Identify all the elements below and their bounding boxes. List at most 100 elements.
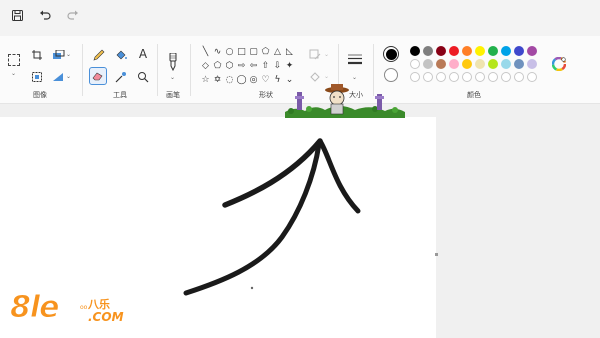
heart-shape-icon[interactable]: ♡ bbox=[260, 74, 271, 86]
custom-color-slot[interactable] bbox=[410, 72, 420, 82]
magnifier-icon[interactable] bbox=[136, 70, 150, 84]
color-picker-icon[interactable] bbox=[114, 70, 128, 84]
divider bbox=[157, 44, 158, 96]
outline-caret-icon: ⌄ bbox=[324, 51, 330, 58]
color-swatch[interactable] bbox=[410, 59, 420, 69]
callout-oval-shape-icon[interactable]: ◯ bbox=[236, 74, 247, 86]
custom-color-slot[interactable] bbox=[475, 72, 485, 82]
arrow-right-shape-icon[interactable]: ⇨ bbox=[236, 60, 247, 72]
color-swatch[interactable] bbox=[527, 59, 537, 69]
group-label-tools: 工具 bbox=[113, 91, 127, 99]
color-swatch[interactable] bbox=[436, 46, 446, 56]
callout-rounded-shape-icon[interactable]: ◌ bbox=[224, 74, 235, 86]
undo-icon[interactable] bbox=[36, 6, 54, 24]
line-weight-icon[interactable] bbox=[347, 52, 363, 68]
group-label-shapes: 形状 bbox=[259, 91, 273, 99]
shape-fill-icon[interactable] bbox=[308, 70, 322, 84]
resize-icon[interactable] bbox=[52, 48, 66, 62]
custom-color-slot[interactable] bbox=[514, 72, 524, 82]
color-swatch[interactable] bbox=[514, 46, 524, 56]
decorative-sticker-image bbox=[285, 84, 405, 118]
custom-color-slot[interactable] bbox=[527, 72, 537, 82]
redo-icon[interactable] bbox=[64, 6, 82, 24]
resize-caret-icon: ⌄ bbox=[66, 51, 72, 58]
color-swatch[interactable] bbox=[410, 46, 420, 56]
select-dropdown-icon[interactable]: ⌄ bbox=[11, 70, 16, 77]
divider bbox=[190, 44, 191, 96]
arrow-up-shape-icon[interactable]: ⇧ bbox=[260, 60, 271, 72]
color-swatch[interactable] bbox=[449, 59, 459, 69]
rectangle-shape-icon[interactable]: □ bbox=[236, 46, 247, 58]
custom-color-slot[interactable] bbox=[436, 72, 446, 82]
color-swatch[interactable] bbox=[488, 46, 498, 56]
right-triangle-shape-icon[interactable]: ◺ bbox=[284, 46, 295, 58]
edit-colors-icon[interactable] bbox=[551, 56, 567, 72]
shape-fill-caret-icon: ⌄ bbox=[324, 73, 330, 80]
custom-color-slot[interactable] bbox=[501, 72, 511, 82]
text-icon[interactable]: A bbox=[136, 47, 150, 61]
save-icon[interactable] bbox=[8, 6, 26, 24]
diamond-shape-icon[interactable]: ◇ bbox=[200, 60, 211, 72]
line-shape-icon[interactable]: ╲ bbox=[200, 46, 211, 58]
size-dropdown-icon[interactable]: ⌄ bbox=[352, 74, 357, 81]
select-icon[interactable] bbox=[8, 54, 20, 66]
color-swatch[interactable] bbox=[488, 59, 498, 69]
secondary-color-button[interactable] bbox=[384, 68, 398, 82]
color-swatch[interactable] bbox=[449, 46, 459, 56]
color-swatch[interactable] bbox=[514, 59, 524, 69]
color-palette bbox=[410, 46, 537, 82]
color-swatch[interactable] bbox=[423, 46, 433, 56]
group-label-image: 图像 bbox=[33, 91, 47, 99]
color-swatch[interactable] bbox=[501, 59, 511, 69]
rotate-caret-icon: ⌄ bbox=[66, 73, 72, 80]
six-point-star-shape-icon[interactable]: ✡ bbox=[212, 74, 223, 86]
eraser-icon bbox=[91, 69, 105, 83]
paint-app-window: ⌄ ⌄ ⌄ 图像 A 工具 ⌄ 画笔 ╲ ∿ ○ □ ▢ ⬠ △ ◺ ◇ ⬠ ⬡… bbox=[0, 0, 600, 338]
select-all-icon[interactable] bbox=[30, 70, 44, 84]
title-bar bbox=[0, 0, 600, 30]
custom-color-slot[interactable] bbox=[488, 72, 498, 82]
divider bbox=[82, 44, 83, 96]
arrow-down-shape-icon[interactable]: ⇩ bbox=[272, 60, 283, 72]
watermark-logo: 8le oo 八乐 .COM bbox=[8, 290, 128, 334]
primary-color-button[interactable] bbox=[383, 46, 399, 62]
watermark-superscript: oo bbox=[80, 304, 88, 311]
pencil-icon[interactable] bbox=[92, 48, 106, 62]
primary-color-swatch bbox=[385, 48, 397, 60]
brush-icon[interactable] bbox=[166, 52, 180, 72]
group-label-colors: 颜色 bbox=[467, 91, 481, 99]
shapes-gallery: ╲ ∿ ○ □ ▢ ⬠ △ ◺ ◇ ⬠ ⬡ ⇨ ⇦ ⇧ ⇩ ✦ ☆ ✡ ◌ ◯ bbox=[200, 46, 295, 86]
arrow-left-shape-icon[interactable]: ⇦ bbox=[248, 60, 259, 72]
color-swatch[interactable] bbox=[436, 59, 446, 69]
color-swatch[interactable] bbox=[475, 46, 485, 56]
custom-color-slot[interactable] bbox=[462, 72, 472, 82]
watermark-domain: .COM bbox=[88, 310, 124, 324]
custom-color-slot[interactable] bbox=[423, 72, 433, 82]
oval-shape-icon[interactable]: ○ bbox=[224, 46, 235, 58]
fill-icon[interactable] bbox=[114, 48, 128, 62]
rounded-rectangle-shape-icon[interactable]: ▢ bbox=[248, 46, 259, 58]
four-point-star-shape-icon[interactable]: ✦ bbox=[284, 60, 295, 72]
outline-icon[interactable] bbox=[308, 48, 322, 62]
color-swatch[interactable] bbox=[462, 46, 472, 56]
canvas-resize-handle[interactable] bbox=[435, 253, 438, 256]
color-swatch[interactable] bbox=[423, 59, 433, 69]
custom-color-slot[interactable] bbox=[449, 72, 459, 82]
curve-shape-icon[interactable]: ∿ bbox=[212, 46, 223, 58]
color-swatch[interactable] bbox=[462, 59, 472, 69]
brush-dropdown-icon[interactable]: ⌄ bbox=[170, 74, 175, 81]
color-swatch[interactable] bbox=[501, 46, 511, 56]
polygon-shape-icon[interactable]: ⬠ bbox=[260, 46, 271, 58]
five-point-star-shape-icon[interactable]: ☆ bbox=[200, 74, 211, 86]
color-swatch[interactable] bbox=[527, 46, 537, 56]
callout-cloud-shape-icon[interactable]: ◎ bbox=[248, 74, 259, 86]
pentagon-shape-icon[interactable]: ⬠ bbox=[212, 60, 223, 72]
triangle-shape-icon[interactable]: △ bbox=[272, 46, 283, 58]
rotate-icon[interactable] bbox=[52, 70, 66, 84]
watermark-brand: 8le bbox=[10, 290, 60, 326]
group-label-brushes: 画笔 bbox=[166, 91, 180, 99]
hexagon-shape-icon[interactable]: ⬡ bbox=[224, 60, 235, 72]
color-swatch[interactable] bbox=[475, 59, 485, 69]
lightning-shape-icon[interactable]: ϟ bbox=[272, 74, 283, 86]
crop-icon[interactable] bbox=[30, 48, 44, 62]
